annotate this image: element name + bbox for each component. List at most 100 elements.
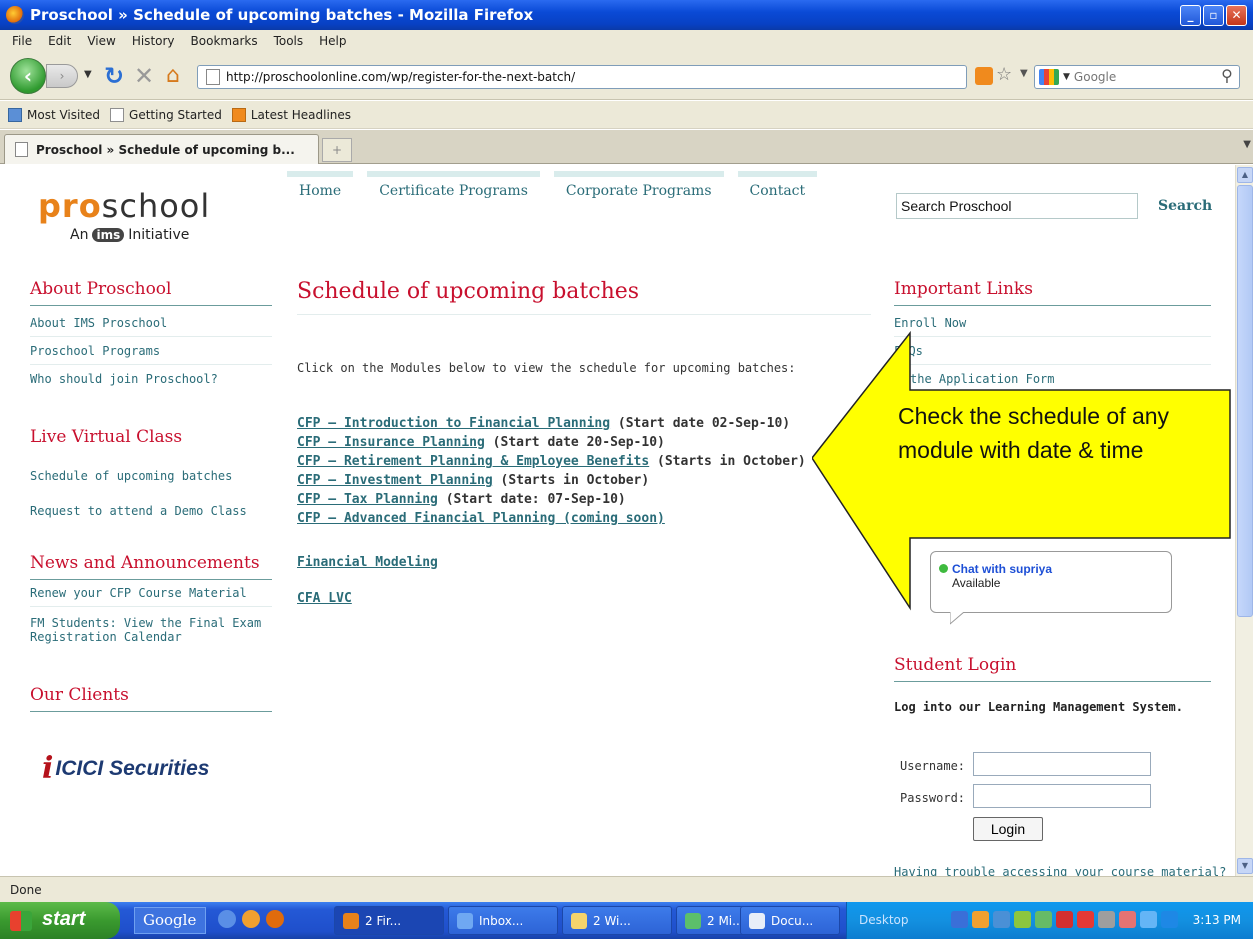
nav-corporate-programs[interactable]: Corporate Programs (553, 171, 724, 209)
menu-history[interactable]: History (124, 34, 183, 48)
taskbar-inbox[interactable]: Inbox... (448, 906, 558, 935)
taskbar-label: 2 Mi... (707, 914, 744, 928)
tab-list-dropdown-icon[interactable]: ▼ (1243, 139, 1251, 150)
ie-quicklaunch-icon[interactable] (218, 910, 236, 928)
course-link-intro-fp[interactable]: CFP – Introduction to Financial Planning (297, 416, 610, 431)
course-link-investment[interactable]: CFP – Investment Planning (297, 473, 493, 488)
scroll-up-icon[interactable]: ▲ (1237, 167, 1253, 183)
course-link-tax[interactable]: CFP – Tax Planning (297, 492, 438, 507)
firefox-icon (343, 913, 359, 929)
tray-ati-icon[interactable] (1077, 911, 1094, 928)
proschool-logo[interactable]: proschool An ims Initiative (38, 187, 210, 243)
start-button[interactable]: start (0, 902, 120, 939)
address-bar[interactable] (197, 65, 967, 89)
about-proschool-heading: About Proschool (30, 279, 272, 306)
tray-antivirus-icon[interactable] (1056, 911, 1073, 928)
url-dropdown-icon[interactable]: ▼ (1020, 68, 1028, 79)
stop-icon[interactable]: ✕ (134, 62, 154, 90)
link-demo-class[interactable]: Request to attend a Demo Class (30, 504, 247, 524)
nav-contact[interactable]: Contact (737, 171, 818, 209)
username-label: Username: (900, 759, 966, 773)
menu-help[interactable]: Help (311, 34, 354, 48)
window-title-bar[interactable]: Proschool » Schedule of upcoming batches… (0, 0, 1253, 30)
app-icon (685, 913, 701, 929)
vertical-scrollbar[interactable]: ▲ ▼ (1235, 165, 1253, 876)
menu-view[interactable]: View (79, 34, 123, 48)
maximize-button[interactable]: ▫ (1203, 5, 1224, 26)
link-cfa-lvc[interactable]: CFA LVC (297, 591, 352, 606)
search-engine-box[interactable]: ▼ (1034, 65, 1240, 89)
url-input[interactable] (226, 70, 866, 84)
tray-network-icon[interactable] (993, 911, 1010, 928)
course-link-insurance[interactable]: CFP – Insurance Planning (297, 435, 485, 450)
site-search-button[interactable]: Search (1158, 198, 1212, 214)
desktop-toolbar[interactable]: Desktop (859, 913, 909, 927)
rss-feed-icon[interactable] (975, 67, 993, 85)
google-engine-icon[interactable] (1039, 69, 1059, 85)
tray-mail-icon[interactable] (972, 911, 989, 928)
taskbar-firefox[interactable]: 2 Fir... (334, 906, 444, 935)
back-button[interactable]: ‹ (10, 58, 46, 94)
course-link-retirement[interactable]: CFP – Retirement Planning & Employee Ben… (297, 454, 649, 469)
nav-home[interactable]: Home (287, 171, 354, 209)
menu-edit[interactable]: Edit (40, 34, 79, 48)
history-dropdown-icon[interactable]: ▼ (84, 69, 92, 80)
link-proschool-programs[interactable]: Proschool Programs (30, 344, 272, 365)
login-button[interactable]: Login (973, 817, 1043, 841)
firefox-quicklaunch-icon[interactable] (266, 910, 284, 928)
username-input[interactable] (973, 752, 1151, 776)
menu-bookmarks[interactable]: Bookmarks (183, 34, 266, 48)
taskbar: start Google 2 Fir... Inbox... 2 Wi... 2… (0, 902, 1253, 939)
course-link-advanced[interactable]: CFP – Advanced Financial Planning (comin… (297, 511, 665, 526)
search-input[interactable] (1073, 70, 1194, 84)
scroll-down-icon[interactable]: ▼ (1237, 858, 1253, 874)
link-about-ims[interactable]: About IMS Proschool (30, 316, 272, 337)
bookmark-getting-started[interactable]: Getting Started (110, 107, 222, 122)
tray-v2-icon[interactable] (1161, 911, 1178, 928)
tray-network-off-icon[interactable] (1098, 911, 1115, 928)
taskbar-document[interactable]: Docu... (740, 906, 840, 935)
tab-proschool[interactable]: Proschool » Schedule of upcoming b... (4, 134, 319, 164)
tray-shield-icon[interactable] (1035, 911, 1052, 928)
course-item: CFP – Introduction to Financial Planning… (297, 416, 790, 431)
close-button[interactable]: ✕ (1226, 5, 1247, 26)
course-date: (Start date 02-Sep-10) (610, 416, 791, 431)
search-magnifier-icon[interactable]: ⚲ (1214, 65, 1240, 89)
taskbar-label: 2 Wi... (593, 914, 631, 928)
news-link-line2: Registration Calendar (30, 630, 182, 644)
taskbar-windows[interactable]: 2 Wi... (562, 906, 672, 935)
link-fm-exam-calendar[interactable]: FM Students: View the Final Exam Registr… (30, 616, 272, 650)
site-search-input[interactable] (896, 193, 1138, 219)
new-tab-button[interactable]: + (322, 138, 352, 162)
icici-securities-logo[interactable]: i ICICI Securities (42, 751, 209, 786)
tray-back-icon[interactable] (951, 911, 968, 928)
link-who-should-join[interactable]: Who should join Proschool? (30, 372, 272, 392)
forward-button[interactable]: › (46, 64, 78, 88)
link-financial-modeling[interactable]: Financial Modeling (297, 555, 438, 570)
bookmark-most-visited[interactable]: Most Visited (8, 107, 101, 122)
link-schedule-batches[interactable]: Schedule of upcoming batches (30, 469, 232, 489)
bookmark-star-icon[interactable]: ☆ (996, 64, 1012, 85)
mail-icon (457, 913, 473, 929)
thunderbird-quicklaunch-icon[interactable] (242, 910, 260, 928)
bookmark-latest-headlines[interactable]: Latest Headlines (231, 107, 351, 122)
scroll-thumb[interactable] (1237, 185, 1253, 617)
minimize-button[interactable]: _ (1180, 5, 1201, 26)
engine-dropdown-icon[interactable]: ▼ (1063, 72, 1070, 82)
news-heading: News and Announcements (30, 553, 272, 580)
menu-file[interactable]: File (4, 34, 40, 48)
tray-app-icon[interactable] (1014, 911, 1031, 928)
nav-certificate-programs[interactable]: Certificate Programs (367, 171, 540, 209)
bookmark-label: Most Visited (27, 107, 101, 122)
trouble-accessing-link[interactable]: Having trouble accessing your course mat… (894, 865, 1226, 876)
reload-icon[interactable]: ↻ (104, 62, 124, 90)
tray-usb-icon[interactable] (1140, 911, 1157, 928)
logo-pro: pro (38, 187, 102, 225)
password-input[interactable] (973, 784, 1151, 808)
tray-connection-icon[interactable] (1119, 911, 1136, 928)
google-toolbar[interactable]: Google (134, 907, 206, 934)
home-icon[interactable]: ⌂ (166, 63, 180, 88)
link-renew-cfp[interactable]: Renew your CFP Course Material (30, 586, 272, 607)
folder-icon (571, 913, 587, 929)
menu-tools[interactable]: Tools (266, 34, 312, 48)
